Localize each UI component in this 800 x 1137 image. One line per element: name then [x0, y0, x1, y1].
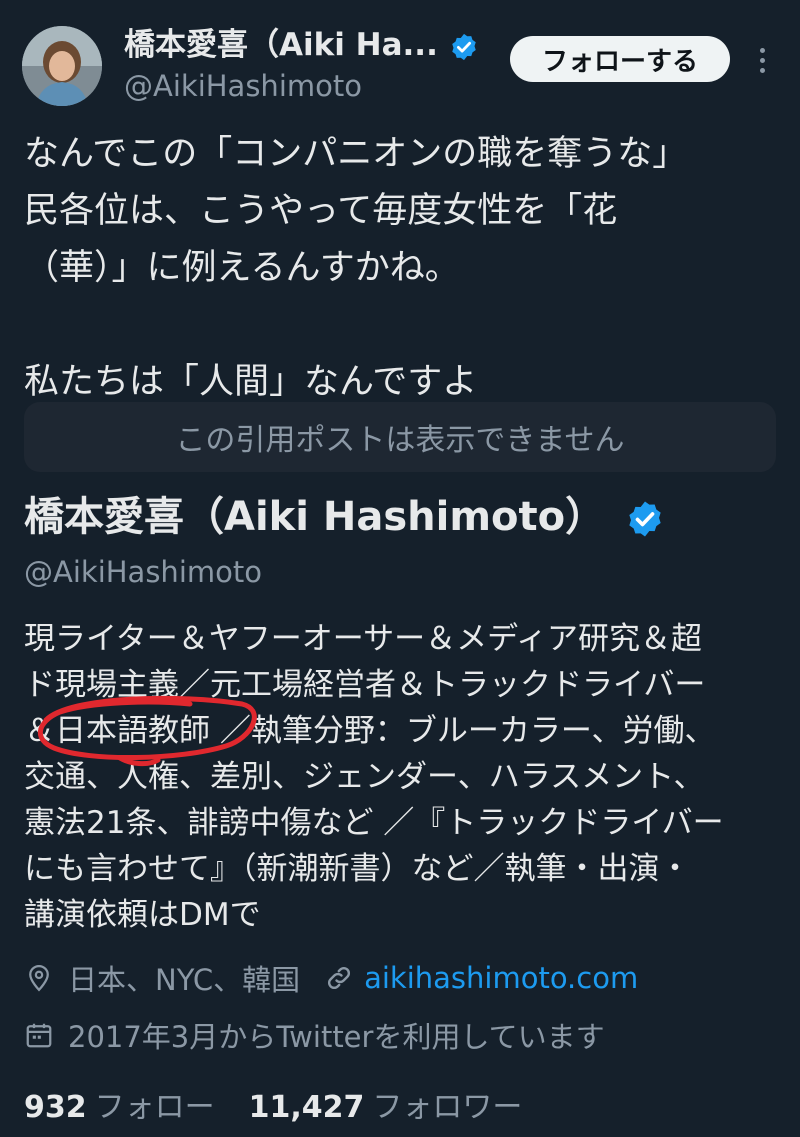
author-avatar[interactable] [22, 26, 102, 106]
post-author-name[interactable]: 橋本愛喜（Aiki Ha... [124, 26, 479, 64]
profile-location: 日本、NYC、韓国 [68, 963, 301, 997]
profile-joined-date: 2017年3月からTwitterを利用しています [68, 1020, 605, 1054]
link-icon [328, 966, 351, 990]
more-options-icon[interactable] [748, 40, 776, 80]
verified-badge-icon [629, 501, 661, 537]
post-author-handle[interactable]: @AikiHashimoto [124, 68, 362, 104]
profile-bio: 現ライター＆ヤフーオーサー＆メディア研究＆超 ド現場主義／元工場経営者＆トラック… [24, 621, 724, 933]
profile-name[interactable]: 橋本愛喜（Aiki Hashimoto） [24, 492, 665, 542]
profile-website-link[interactable]: aikihashimoto.com [364, 961, 638, 995]
profile-location-row: 日本、NYC、韓国 aikihashimoto.com [24, 956, 638, 1000]
avatar-image [22, 26, 102, 106]
post-text: なんでこの「コンパニオンの職を奪うな」 民各位は、こうやって毎度女性を「花 （華… [24, 134, 688, 402]
following-label: フォロー [94, 1090, 215, 1125]
post-author-name-text: 橋本愛喜（Aiki Ha... [124, 27, 438, 63]
following-link[interactable]: 932 フォロー [24, 1082, 215, 1126]
followers-label: フォロワー [372, 1090, 523, 1125]
followers-link[interactable]: 11,427 フォロワー [249, 1082, 523, 1126]
profile-joined-row: 2017年3月からTwitterを利用しています [24, 1013, 605, 1057]
follow-button[interactable]: フォローする [510, 36, 730, 82]
profile-counts: 932 フォロー 11,427 フォロワー [24, 1082, 522, 1126]
profile-handle: @AikiHashimoto [24, 555, 262, 589]
location-pin-icon [29, 964, 49, 992]
followers-count: 11,427 [248, 1090, 365, 1125]
following-count: 932 [24, 1090, 87, 1125]
calendar-icon [26, 1023, 52, 1048]
quote-unavailable-text: この引用ポストは表示できません [175, 423, 625, 458]
verified-badge-icon [451, 33, 476, 60]
profile-name-text: 橋本愛喜（Aiki Hashimoto） [24, 494, 606, 540]
quote-unavailable-box: この引用ポストは表示できません [24, 402, 776, 472]
